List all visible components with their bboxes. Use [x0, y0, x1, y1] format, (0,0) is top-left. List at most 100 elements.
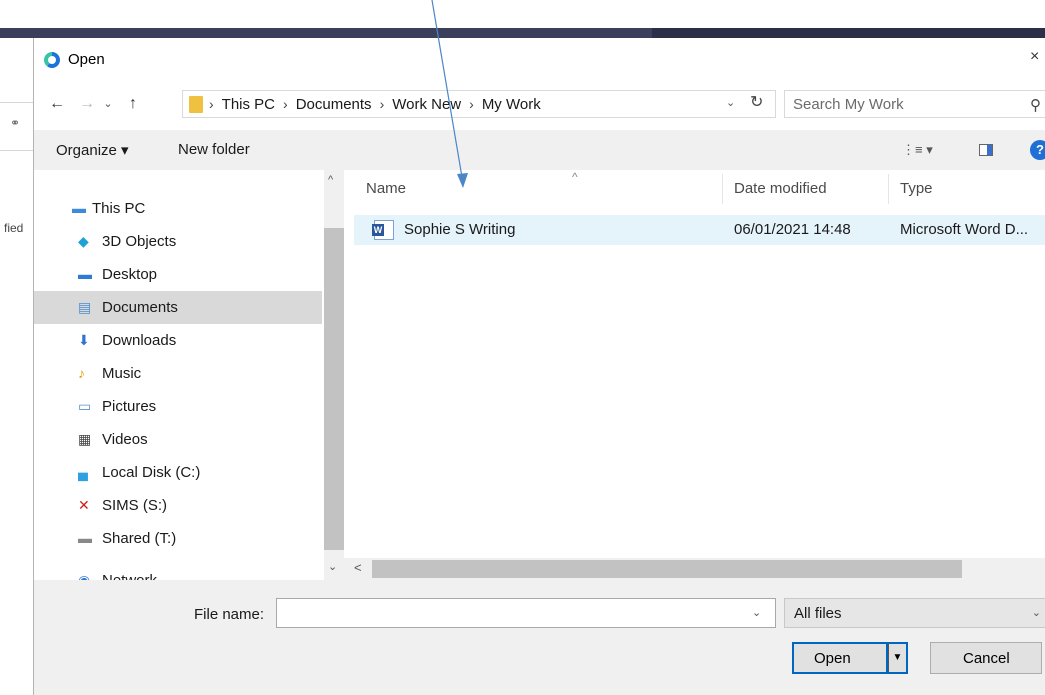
sidebar-item-sims-s[interactable]: ✕ SIMS (S:) — [34, 489, 322, 522]
breadcrumb: › This PC › Documents › Work New › My Wo… — [207, 96, 541, 113]
sidebar-item-label: This PC — [92, 200, 146, 217]
computer-icon: ▬ — [72, 200, 86, 216]
sidebar-item-3d-objects[interactable]: ◆ 3D Objects — [34, 225, 322, 258]
pictures-icon: ▭ — [78, 398, 92, 414]
open-file-dialog: Open × ← → ⌄ ↑ › This PC › Documents › W… — [33, 38, 1045, 695]
open-button[interactable]: Open — [792, 642, 888, 674]
sidebar-item-this-pc[interactable]: ▬ This PC — [34, 192, 322, 225]
breadcrumb-separator[interactable]: › — [281, 96, 290, 113]
downloads-icon: ⬇ — [78, 332, 90, 348]
open-button-label: Open — [814, 650, 851, 667]
link-icon: ⚭ — [10, 116, 21, 130]
organize-button[interactable]: Organize ▾ — [56, 141, 129, 159]
file-date-modified: 06/01/2021 14:48 — [734, 221, 851, 238]
sidebar-item-downloads[interactable]: ⬇ Downloads — [34, 324, 322, 357]
file-name: Sophie S Writing — [404, 221, 516, 238]
divider — [0, 150, 36, 151]
scroll-left-icon[interactable]: < — [354, 560, 362, 575]
sidebar-item-label: Local Disk (C:) — [102, 464, 201, 481]
file-type-select[interactable]: All files ⌄ — [784, 598, 1045, 628]
breadcrumb-this-pc[interactable]: This PC — [222, 96, 275, 113]
sidebar-item-documents[interactable]: ▤ Documents — [34, 291, 322, 324]
music-icon: ♪ — [78, 365, 85, 381]
breadcrumb-work-new[interactable]: Work New — [392, 96, 461, 113]
breadcrumb-separator: › — [209, 96, 214, 112]
file-row[interactable]: Sophie S Writing 06/01/2021 14:48 Micros… — [354, 215, 1045, 245]
breadcrumb-separator[interactable]: › — [378, 96, 387, 113]
command-toolbar: Organize ▾ New folder ⋮≡ ▾ ? — [34, 130, 1045, 170]
scrollbar-thumb[interactable] — [324, 228, 344, 550]
open-options-dropdown[interactable]: ▼ — [888, 642, 908, 674]
new-folder-button[interactable]: New folder — [178, 141, 250, 158]
disk-icon: ▄ — [78, 464, 88, 480]
cancel-button[interactable]: Cancel — [930, 642, 1042, 674]
sidebar-item-shared-t[interactable]: ▬ Shared (T:) — [34, 522, 322, 555]
background-app-text: fied — [4, 221, 24, 235]
help-button[interactable]: ? — [1030, 140, 1045, 160]
change-view-button[interactable]: ⋮≡ ▾ — [902, 142, 933, 158]
breadcrumb-documents[interactable]: Documents — [296, 96, 372, 113]
cube-icon: ◆ — [78, 233, 89, 249]
sidebar-item-label: Music — [102, 365, 142, 382]
sidebar-item-label: Videos — [102, 431, 148, 448]
sidebar-item-label: 3D Objects — [102, 233, 177, 250]
word-document-icon — [372, 220, 394, 240]
sidebar-item-label: Shared (T:) — [102, 530, 177, 547]
file-list: Name ^ Date modified Type Sophie S Writi… — [344, 170, 1045, 618]
chevron-down-icon: ⌄ — [1031, 607, 1041, 619]
sidebar-item-label: Pictures — [102, 398, 157, 415]
network-drive-disconnected-icon: ✕ — [78, 497, 90, 513]
dialog-titlebar: Open × — [34, 38, 1045, 82]
sidebar-item-label: Downloads — [102, 332, 177, 349]
sidebar-item-music[interactable]: ♪ Music — [34, 357, 322, 390]
scrollbar-thumb[interactable] — [372, 560, 962, 578]
search-input[interactable]: Search My Work ⚲ — [784, 90, 1045, 118]
sidebar-item-local-disk-c[interactable]: ▄ Local Disk (C:) — [34, 456, 322, 489]
navigation-pane-scrollbar[interactable]: ^ ⌄ — [324, 170, 344, 618]
sidebar-item-pictures[interactable]: ▭ Pictures — [34, 390, 322, 423]
column-header-date-modified[interactable]: Date modified — [734, 180, 827, 197]
file-selection-panel: File name: ⌄ All files ⌄ Open ▼ Cancel — [34, 580, 1045, 695]
videos-icon: ▦ — [78, 431, 92, 447]
preview-pane-icon[interactable] — [979, 144, 993, 156]
refresh-icon[interactable]: ↻ — [750, 92, 763, 112]
desktop-icon: ▬ — [78, 266, 92, 282]
cancel-button-label: Cancel — [963, 650, 1010, 667]
file-type: Microsoft Word D... — [900, 221, 1029, 238]
background-app-toolbar-segment — [652, 28, 1045, 38]
file-name-label: File name: — [194, 606, 265, 623]
address-bar[interactable]: › This PC › Documents › Work New › My Wo… — [182, 90, 776, 118]
navigation-bar: ← → ⌄ ↑ › This PC › Documents › Work New… — [34, 86, 1045, 122]
file-name-input[interactable] — [276, 598, 776, 628]
scroll-up-icon[interactable]: ^ — [328, 174, 333, 186]
sidebar-item-label: Desktop — [102, 266, 158, 283]
sidebar-item-label: SIMS (S:) — [102, 497, 168, 514]
breadcrumb-my-work[interactable]: My Work — [482, 96, 541, 113]
sidebar-item-videos[interactable]: ▦ Videos — [34, 423, 322, 456]
recent-locations-button[interactable]: ⌄ — [100, 92, 116, 116]
network-drive-icon: ▬ — [78, 530, 92, 546]
close-button[interactable]: × — [1030, 48, 1045, 70]
file-name-history-dropdown[interactable]: ⌄ — [752, 606, 761, 619]
file-type-value: All files — [794, 605, 842, 622]
divider — [0, 102, 36, 103]
address-history-dropdown[interactable]: ⌄ — [726, 96, 735, 109]
up-button[interactable]: ↑ — [122, 92, 144, 116]
documents-icon: ▤ — [78, 299, 92, 315]
back-button[interactable]: ← — [46, 92, 68, 116]
column-divider[interactable] — [888, 174, 889, 204]
sidebar-item-desktop[interactable]: ▬ Desktop — [34, 258, 322, 291]
search-icon: ⚲ — [1030, 97, 1041, 114]
scroll-down-icon[interactable]: ⌄ — [328, 560, 337, 573]
folder-icon — [189, 96, 203, 113]
column-header-name[interactable]: Name — [366, 180, 406, 197]
navigation-pane: ◉Network▬Shared (T:)✕SIMS (S:)▄Local Dis… — [34, 170, 344, 618]
search-placeholder: Search My Work — [793, 96, 904, 113]
dialog-title: Open — [68, 51, 105, 68]
breadcrumb-separator[interactable]: › — [467, 96, 476, 113]
horizontal-scrollbar[interactable]: < — [344, 558, 1045, 580]
background-app-sidebar — [0, 38, 36, 695]
column-header-type[interactable]: Type — [900, 180, 933, 197]
forward-button[interactable]: → — [76, 92, 98, 116]
column-divider[interactable] — [722, 174, 723, 204]
